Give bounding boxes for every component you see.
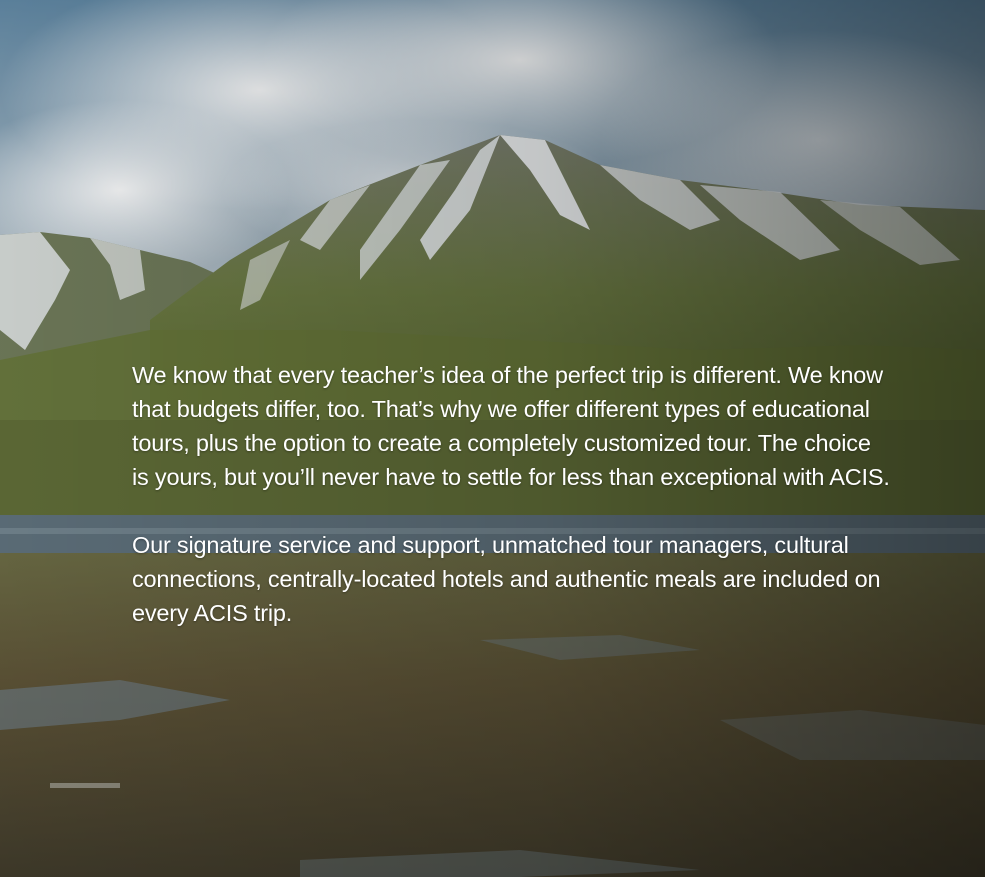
inclusions-paragraph: Our signature service and support, unmat…	[132, 532, 881, 626]
intro-paragraph: We know that every teacher’s idea of the…	[132, 362, 890, 490]
hero-copy: We know that every teacher’s idea of the…	[132, 358, 892, 630]
hero-section: We know that every teacher’s idea of the…	[0, 0, 985, 877]
